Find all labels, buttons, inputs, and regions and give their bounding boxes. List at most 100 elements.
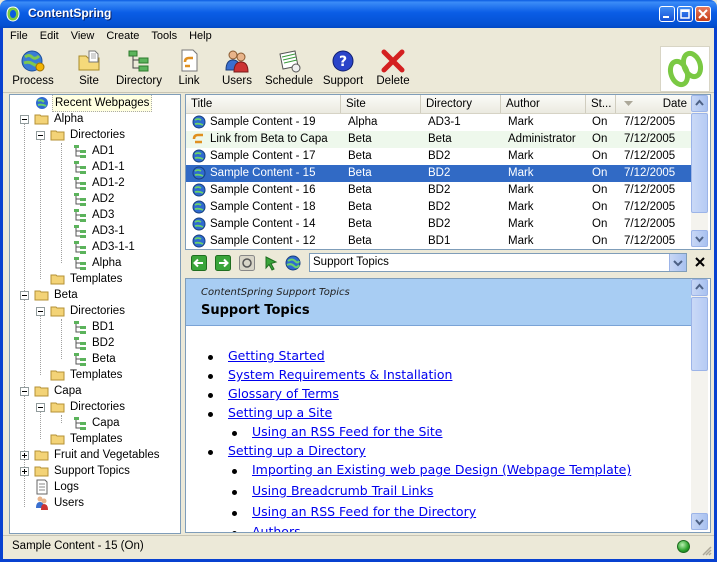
scroll-up-button[interactable] (691, 95, 708, 112)
scroll-down-button[interactable] (691, 513, 708, 530)
site-tree[interactable]: Recent Webpages Alpha Directories AD1 AD… (9, 94, 181, 534)
tree-label: Directories (70, 129, 125, 141)
directory-label: Directory (115, 75, 162, 87)
tree-collapse-toggle[interactable] (20, 291, 29, 300)
link-breadcrumb-trail[interactable]: Using Breadcrumb Trail Links (252, 483, 433, 498)
maximize-button[interactable] (677, 6, 693, 22)
support-button[interactable]: ? Support (321, 48, 365, 90)
scroll-down-button[interactable] (691, 230, 708, 247)
table-row[interactable]: Sample Content - 19 Alpha AD3-1 Mark On 7/12/… (186, 114, 692, 131)
table-row[interactable]: Sample Content - 15 Beta BD2 Mark On 7/12/200… (186, 165, 692, 182)
link-authors[interactable]: Authors (252, 524, 301, 532)
cell-date: 7/12/2005 (624, 201, 676, 213)
users-label: Users (221, 75, 253, 87)
column-header-date[interactable]: Date (616, 95, 692, 113)
users-button[interactable]: Users (219, 48, 255, 90)
cell-author: Mark (508, 116, 534, 128)
tree-collapse-toggle[interactable] (20, 387, 29, 396)
cell-date: 7/12/2005 (624, 235, 676, 247)
back-button[interactable] (191, 255, 207, 271)
home-button[interactable] (263, 255, 279, 271)
site-folder-icon (78, 50, 100, 71)
content-list[interactable]: Title Site Directory Author St... Date S… (185, 94, 711, 250)
menu-tools[interactable]: Tools (144, 28, 182, 42)
link-setting-up-directory[interactable]: Setting up a Directory (228, 443, 366, 458)
scroll-thumb[interactable] (691, 297, 708, 371)
scroll-thumb[interactable] (691, 113, 708, 213)
link-glossary[interactable]: Glossary of Terms (228, 386, 339, 401)
tree-label: Alpha (92, 257, 122, 269)
scroll-up-button[interactable] (691, 279, 708, 296)
column-header-title[interactable]: Title (186, 95, 341, 113)
directory-button[interactable]: Directory (113, 48, 165, 90)
address-dropdown[interactable]: Support Topics (309, 253, 687, 272)
column-header-author[interactable]: Author (501, 95, 586, 113)
pane-splitter[interactable] (180, 94, 184, 532)
menu-help[interactable]: Help (182, 28, 217, 42)
close-pane-button[interactable] (692, 254, 708, 270)
link-import-web-design[interactable]: Importing an Existing web page Design (W… (252, 462, 631, 477)
menu-view[interactable]: View (64, 28, 100, 42)
cell-date: 7/12/2005 (624, 184, 676, 196)
open-folder-icon (34, 290, 49, 301)
schedule-button[interactable]: Schedule (261, 48, 317, 90)
globe-page-icon (192, 115, 206, 129)
cell-status: On (592, 133, 608, 145)
close-button[interactable] (695, 6, 711, 22)
link-button[interactable]: Link (174, 48, 204, 90)
link-system-requirements[interactable]: System Requirements & Installation (228, 367, 452, 382)
column-header-site[interactable]: Site (341, 95, 421, 113)
cell-directory: BD2 (428, 201, 451, 213)
chevron-down-icon (695, 236, 704, 243)
table-row[interactable]: Sample Content - 14 Beta BD2 Mark On 7/12/200… (186, 216, 692, 233)
link-rss-feed-site[interactable]: Using an RSS Feed for the Site (252, 424, 443, 439)
list-scrollbar[interactable] (691, 95, 708, 247)
link-getting-started[interactable]: Getting Started (228, 348, 325, 363)
address-dropdown-button[interactable] (669, 254, 686, 271)
table-row[interactable]: Sample Content - 16 Beta BD2 Mark On 7/12/200… (186, 182, 692, 199)
link-label: Link (178, 75, 200, 87)
tree-expand-toggle[interactable] (20, 451, 29, 460)
cell-date: 7/12/2005 (624, 116, 676, 128)
tree-collapse-toggle[interactable] (36, 307, 45, 316)
delete-label: Delete (376, 75, 410, 87)
process-button[interactable]: Process (10, 48, 56, 90)
cell-site: Beta (348, 167, 372, 179)
tree-collapse-toggle[interactable] (36, 403, 45, 412)
cell-site: Beta (348, 150, 372, 162)
column-header-directory[interactable]: Directory (421, 95, 501, 113)
table-row[interactable]: Link from Beta to Capa Beta Beta Administra… (186, 131, 692, 148)
table-row[interactable]: Sample Content - 18 Beta BD2 Mark On 7/12/200… (186, 199, 692, 216)
tree-label: AD2 (92, 193, 115, 205)
tree-collapse-toggle[interactable] (36, 131, 45, 140)
help-scrollbar[interactable] (691, 279, 708, 530)
cell-status: On (592, 201, 608, 213)
column-header-status[interactable]: St... (586, 95, 616, 113)
minimize-button[interactable] (659, 6, 675, 22)
menu-file[interactable]: File (3, 28, 33, 42)
tree-collapse-toggle[interactable] (20, 115, 29, 124)
table-row[interactable]: Sample Content - 12 Beta BD1 Mark On 7/12/200… (186, 233, 692, 249)
resize-grip-icon[interactable] (700, 544, 712, 556)
link-rss-feed-directory[interactable]: Using an RSS Feed for the Directory (252, 504, 476, 519)
site-button[interactable]: Site (69, 48, 109, 90)
tree-expand-toggle[interactable] (20, 467, 29, 476)
status-online-icon (677, 540, 690, 553)
menu-edit[interactable]: Edit (33, 28, 64, 42)
help-browser[interactable]: ContentSpring Support Topics Support Top… (185, 278, 711, 533)
cell-site: Beta (348, 235, 372, 247)
forward-button[interactable] (215, 255, 231, 271)
link-setting-up-site[interactable]: Setting up a Site (228, 405, 332, 420)
directory-icon (74, 417, 86, 430)
minimize-icon (663, 16, 669, 18)
tree-line (61, 319, 62, 359)
menu-create[interactable]: Create (99, 28, 144, 42)
go-button[interactable] (285, 255, 301, 271)
table-row[interactable]: Sample Content - 17 Beta BD2 Mark On 7/12/200… (186, 148, 692, 165)
delete-button[interactable]: Delete (373, 48, 413, 90)
tree-line (40, 311, 41, 375)
title-bar[interactable]: ContentSpring (0, 0, 717, 28)
bullet-marker (232, 531, 237, 532)
stop-button[interactable] (239, 255, 255, 271)
help-header-subtitle: ContentSpring Support Topics (201, 287, 350, 298)
